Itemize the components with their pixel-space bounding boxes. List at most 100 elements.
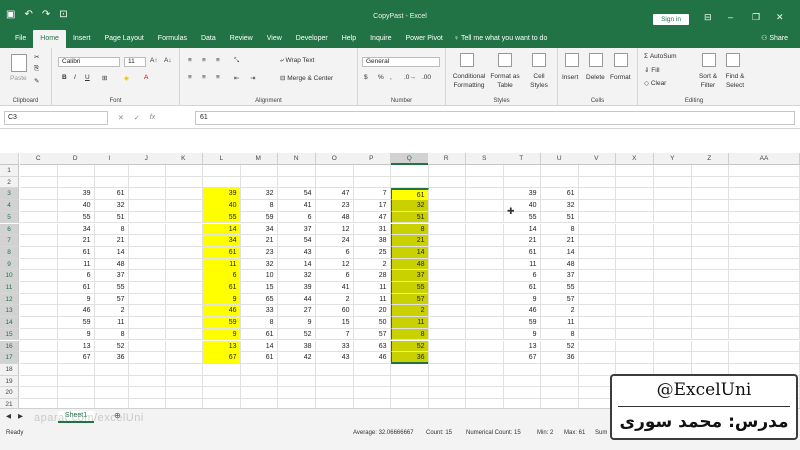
cell-q6[interactable]: 8 — [391, 223, 429, 236]
cell-d13[interactable]: 46 — [57, 305, 95, 318]
cell-r7[interactable] — [428, 235, 466, 247]
cell-t12[interactable]: 9 — [503, 293, 541, 306]
cell-aa10[interactable] — [729, 270, 800, 282]
cell-u18[interactable] — [541, 363, 579, 376]
cell-p3[interactable]: 7 — [353, 188, 391, 201]
cell-c10[interactable] — [20, 270, 58, 282]
cell-q10[interactable]: 37 — [391, 270, 429, 282]
cell-r11[interactable] — [428, 282, 466, 294]
cell-j11[interactable] — [128, 282, 166, 294]
find-select-icon[interactable] — [726, 53, 740, 67]
cell-x6[interactable] — [616, 223, 654, 236]
cell-m15[interactable]: 61 — [240, 328, 278, 341]
cell-i15[interactable]: 8 — [91, 328, 129, 341]
row-header-1[interactable]: 1 — [0, 165, 19, 177]
cell-v10[interactable] — [578, 270, 616, 282]
cell-d19[interactable] — [57, 375, 95, 388]
cell-u5[interactable]: 51 — [541, 211, 579, 224]
cell-r19[interactable] — [428, 375, 466, 388]
autosum-button[interactable]: Σ AutoSum — [644, 53, 677, 60]
bold-button[interactable]: B — [62, 74, 67, 81]
cell-p9[interactable]: 2 — [353, 258, 391, 271]
cell-v13[interactable] — [578, 305, 616, 318]
cell-z9[interactable] — [691, 258, 729, 271]
cell-n20[interactable] — [278, 387, 316, 399]
decrease-indent-icon[interactable]: ⇤ — [234, 74, 239, 82]
cell-l13[interactable]: 46 — [203, 305, 241, 318]
cell-y12[interactable] — [654, 293, 692, 306]
cell-aa13[interactable] — [729, 305, 800, 318]
cell-s9[interactable] — [466, 258, 504, 271]
conditional-formatting-icon[interactable] — [460, 53, 474, 67]
fill-color-icon[interactable]: ◈ — [124, 74, 129, 82]
cell-r6[interactable] — [428, 223, 466, 236]
cell-l8[interactable]: 61 — [203, 246, 241, 259]
tab-home[interactable]: Home — [33, 30, 66, 48]
cell-m1[interactable] — [240, 165, 278, 177]
column-header-j[interactable]: J — [128, 153, 166, 165]
cell-c4[interactable] — [20, 200, 58, 212]
column-header-y[interactable]: Y — [654, 153, 692, 165]
cell-p2[interactable] — [353, 176, 391, 189]
cell-k7[interactable] — [165, 235, 203, 247]
cell-j18[interactable] — [128, 363, 166, 376]
tab-help[interactable]: Help — [335, 30, 363, 48]
cell-m4[interactable]: 8 — [240, 200, 278, 212]
cell-l14[interactable]: 59 — [203, 317, 241, 329]
cell-d16[interactable]: 13 — [57, 340, 95, 353]
cell-q2[interactable] — [391, 176, 429, 189]
share-button[interactable]: ⚇ Share — [761, 30, 788, 48]
cell-l15[interactable]: 9 — [203, 328, 241, 341]
cell-j9[interactable] — [128, 258, 166, 271]
cell-s16[interactable] — [466, 340, 504, 353]
cell-o11[interactable]: 41 — [316, 282, 354, 294]
tab-formulas[interactable]: Formulas — [151, 30, 194, 48]
cell-s18[interactable] — [466, 363, 504, 376]
column-header-p[interactable]: P — [353, 153, 391, 165]
cell-p12[interactable]: 11 — [353, 293, 391, 306]
cell-n8[interactable]: 43 — [278, 246, 316, 259]
cell-i5[interactable]: 51 — [91, 211, 129, 224]
paste-icon[interactable] — [11, 54, 27, 72]
cell-l3[interactable]: 39 — [203, 188, 241, 201]
close-icon[interactable]: ✕ — [776, 12, 784, 23]
column-header-z[interactable]: Z — [691, 153, 729, 165]
cell-t14[interactable]: 59 — [503, 317, 541, 329]
cell-aa11[interactable] — [729, 282, 800, 294]
cell-t20[interactable] — [503, 387, 541, 399]
cell-p5[interactable]: 47 — [353, 211, 391, 224]
cell-d11[interactable]: 61 — [57, 282, 95, 294]
cell-y15[interactable] — [654, 328, 692, 341]
tab-file[interactable]: File — [8, 30, 33, 48]
cell-i9[interactable]: 48 — [91, 258, 129, 271]
cell-v2[interactable] — [578, 176, 616, 189]
orientation-icon[interactable]: ⤡ — [234, 57, 239, 65]
cell-t1[interactable] — [503, 165, 541, 177]
cell-p20[interactable] — [353, 387, 391, 399]
cell-l16[interactable]: 13 — [203, 340, 241, 353]
cell-y8[interactable] — [654, 246, 692, 259]
row-header-10[interactable]: 10 — [0, 270, 19, 282]
cell-m13[interactable]: 33 — [240, 305, 278, 318]
cell-aa2[interactable] — [729, 176, 800, 189]
cell-d17[interactable]: 67 — [57, 352, 95, 364]
cell-r4[interactable] — [428, 200, 466, 212]
borders-icon[interactable]: ⊞ — [102, 74, 107, 82]
cell-o10[interactable]: 6 — [316, 270, 354, 282]
cell-i16[interactable]: 52 — [91, 340, 129, 353]
cell-u1[interactable] — [541, 165, 579, 177]
cell-y2[interactable] — [654, 176, 692, 189]
cell-s19[interactable] — [466, 375, 504, 388]
cell-o16[interactable]: 33 — [316, 340, 354, 353]
cell-z14[interactable] — [691, 317, 729, 329]
row-header-17[interactable]: 17 — [0, 352, 19, 364]
cell-i8[interactable]: 14 — [91, 246, 129, 259]
cell-q12[interactable]: 57 — [391, 293, 429, 306]
formula-input[interactable]: 61 — [195, 111, 795, 125]
cell-k2[interactable] — [165, 176, 203, 189]
tab-insert[interactable]: Insert — [66, 30, 98, 48]
conditional-formatting-button[interactable]: Conditional Formatting — [450, 72, 488, 90]
cell-v6[interactable] — [578, 223, 616, 236]
name-box[interactable]: C3 — [4, 111, 108, 125]
cell-u12[interactable]: 57 — [541, 293, 579, 306]
